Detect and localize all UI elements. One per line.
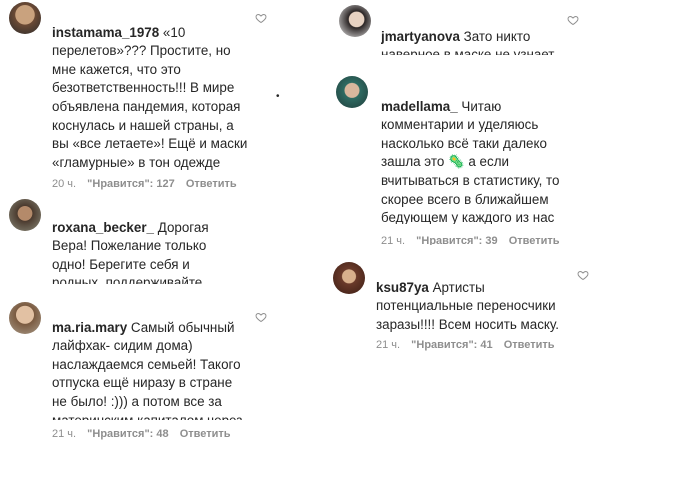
comment-meta: 21 ч. "Нравится": 39 Ответить — [381, 235, 568, 245]
comment-text: ksu87ya Артисты потенциальные переносчик… — [376, 260, 566, 334]
avatar[interactable] — [9, 199, 41, 231]
avatar[interactable] — [336, 76, 368, 108]
reply-button[interactable]: Ответить — [509, 235, 560, 245]
comment-likes[interactable]: "Нравится": 39 — [416, 235, 497, 245]
comment-meta: 21 ч. "Нравится": 48 Ответить — [52, 428, 239, 440]
comment-time: 20 ч. — [52, 178, 77, 190]
comment-username[interactable]: jmartyanova — [381, 29, 460, 44]
reply-button[interactable]: Ответить — [504, 339, 555, 351]
comment-body: Читаю комментарии и уделяюсь насколько в… — [381, 98, 560, 224]
comment-meta: 21 ч. "Нравится": 41 Ответить — [376, 339, 563, 351]
comment-username[interactable]: roxana_becker_ — [52, 220, 154, 235]
avatar[interactable] — [9, 302, 41, 334]
reply-button[interactable]: Ответить — [186, 178, 237, 190]
comment-text: roxana_becker_ Дорогая Вера! Пожелание т… — [52, 200, 242, 284]
comment-text: instamama_1978 «10 перелетов»??? Простит… — [52, 5, 248, 170]
comment-likes[interactable]: "Нравится": 41 — [411, 339, 492, 351]
comment-likes[interactable]: "Нравится": 127 — [87, 178, 175, 190]
comment-time: 21 ч. — [381, 235, 406, 245]
avatar[interactable] — [339, 5, 371, 37]
comment-username[interactable]: ksu87ya — [376, 280, 429, 295]
reply-button[interactable]: Ответить — [180, 428, 231, 440]
comment-body: «10 перелетов»??? Простите, но мне кажет… — [52, 24, 248, 170]
like-heart-icon[interactable] — [567, 14, 579, 26]
like-heart-icon[interactable] — [577, 269, 589, 281]
like-heart-icon[interactable] — [255, 12, 267, 24]
comment-username[interactable]: madellama_ — [381, 99, 458, 114]
comment-likes[interactable]: "Нравится": 48 — [87, 428, 168, 440]
comment-text: ma.ria.mary Самый обычный лайфхак- сидим… — [52, 300, 248, 420]
avatar[interactable] — [333, 262, 365, 294]
comment-meta: 20 ч. "Нравится": 127 Ответить — [52, 178, 245, 190]
comment-username[interactable]: instamama_1978 — [52, 25, 159, 40]
comment-text: jmartyanova Зато никто наверное в маске … — [381, 9, 556, 55]
like-heart-icon[interactable] — [255, 311, 267, 323]
avatar[interactable] — [9, 2, 41, 34]
stray-dot: • — [276, 91, 280, 102]
comment-text: madellama_ Читаю комментарии и уделяюсь … — [381, 79, 573, 224]
comment-username[interactable]: ma.ria.mary — [52, 320, 127, 335]
comment-time: 21 ч. — [52, 428, 77, 440]
comment-time: 21 ч. — [376, 339, 401, 351]
